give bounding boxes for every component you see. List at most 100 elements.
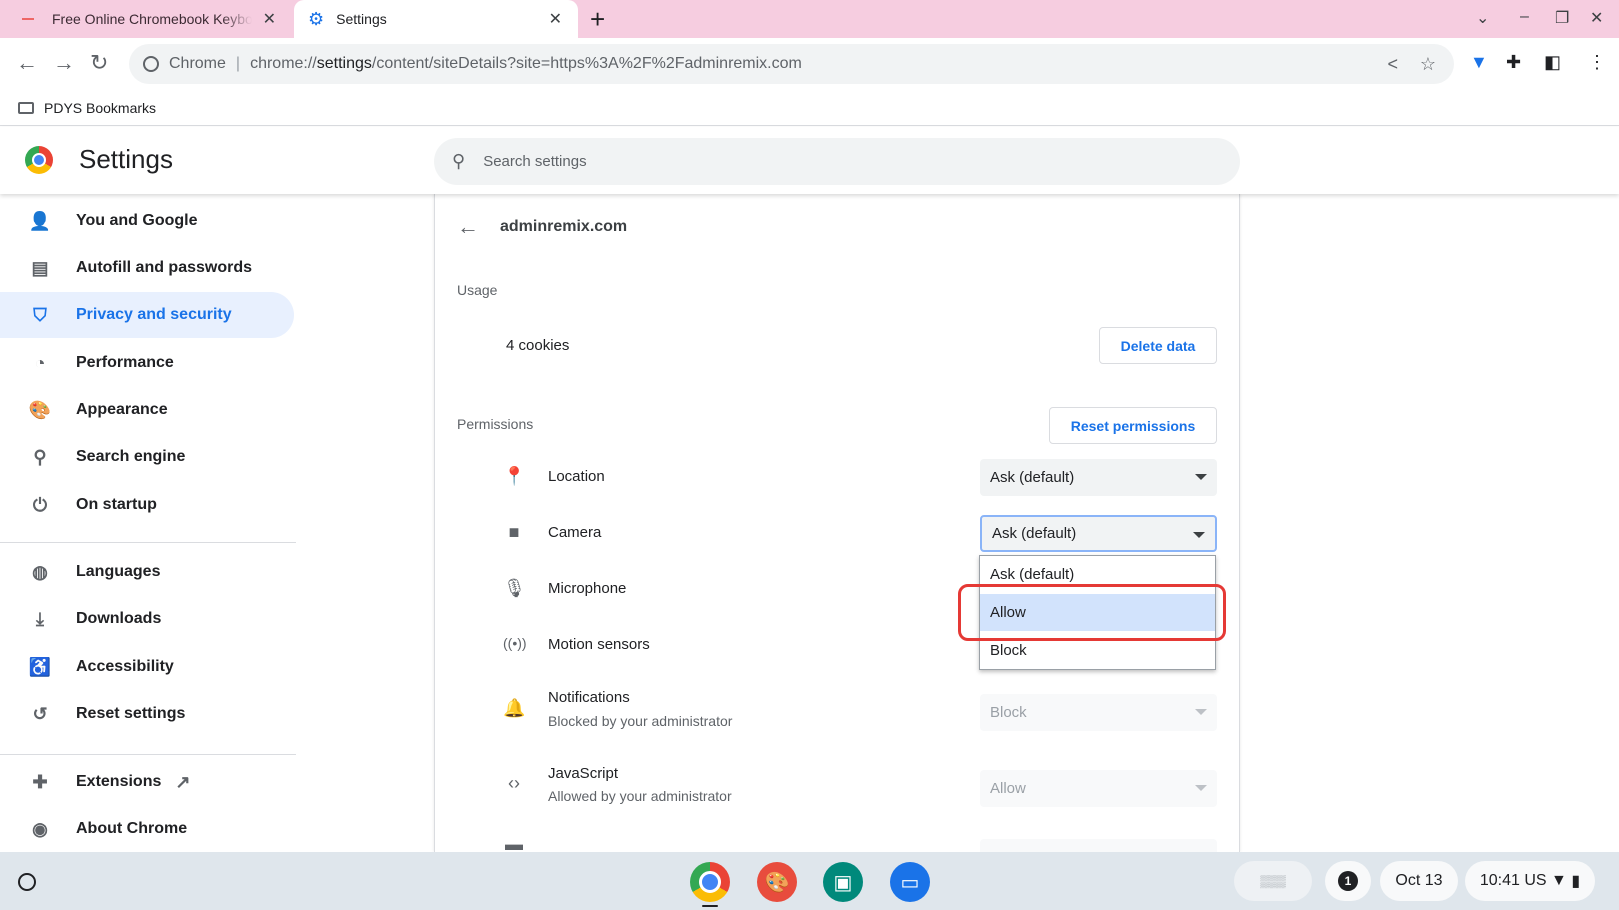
back-arrow-icon[interactable]: ←: [457, 214, 479, 240]
tab-settings[interactable]: ⚙ Settings ✕: [294, 0, 578, 38]
side-panel-icon[interactable]: ◧: [1544, 52, 1561, 73]
bookmark-star-icon[interactable]: ☆: [1420, 54, 1436, 75]
close-window-icon[interactable]: ✕: [1590, 8, 1603, 28]
address-bar[interactable]: Chrome | chrome://settings/content/siteD…: [129, 44, 1454, 84]
forward-icon[interactable]: →: [53, 50, 75, 76]
sidebar-item-appearance[interactable]: 🎨 Appearance: [0, 387, 294, 433]
omnibox-separator: |: [235, 55, 241, 72]
omnibox-url: chrome://settings/content/siteDetails?si…: [250, 55, 802, 72]
launcher-icon[interactable]: [18, 873, 36, 891]
sidebar-item-you-and-google[interactable]: 👤 You and Google: [0, 198, 294, 244]
tab-search-icon[interactable]: ⌄: [1476, 8, 1489, 28]
camera-icon: ■: [508, 522, 520, 542]
notifications-select: Block: [980, 694, 1217, 731]
delete-data-button[interactable]: Delete data: [1099, 327, 1217, 364]
location-select[interactable]: Ask (default): [980, 459, 1217, 496]
permission-javascript-label: JavaScript: [548, 765, 619, 782]
site-info-icon[interactable]: [143, 56, 159, 72]
sidebar-item-downloads[interactable]: ⤓ Downloads: [0, 596, 294, 642]
sidebar-item-search-engine[interactable]: ⚲ Search engine: [0, 434, 294, 480]
chevron-down-icon: [1195, 474, 1207, 480]
site-title: adminremix.com: [500, 218, 628, 235]
share-icon[interactable]: <: [1387, 54, 1398, 75]
tab-favicon-icon: [22, 18, 34, 20]
search-placeholder: Search settings: [483, 153, 587, 170]
sidebar-item-on-startup[interactable]: ⏻ On startup: [0, 482, 294, 528]
search-icon: ⚲: [33, 446, 47, 467]
permission-location-label: Location: [548, 468, 605, 485]
history-icon: ↺: [32, 703, 48, 724]
puzzle-icon[interactable]: ✚: [1506, 52, 1521, 73]
browser-toolbar: ← → ↻ Chrome | chrome://settings/content…: [0, 38, 1619, 90]
reset-permissions-button[interactable]: Reset permissions: [1049, 407, 1217, 444]
permission-microphone-label: Microphone: [548, 580, 627, 597]
date-text: Oct 13: [1395, 872, 1443, 889]
sidebar-item-label: Search engine: [76, 448, 186, 465]
tab-title: Settings: [336, 11, 387, 27]
sidebar-item-label: Downloads: [76, 610, 162, 627]
sidebar-item-reset-settings[interactable]: ↺ Reset settings: [0, 691, 294, 737]
notification-count-badge: 1: [1338, 871, 1358, 891]
sidebar-item-about-chrome[interactable]: ◉ About Chrome: [0, 806, 294, 852]
date-tray[interactable]: Oct 13: [1380, 861, 1458, 901]
palette-icon: 🎨: [28, 399, 52, 420]
canvas-app-icon[interactable]: 🎨: [757, 862, 797, 902]
minimize-icon[interactable]: –: [1520, 8, 1529, 26]
chrome-app-icon[interactable]: [690, 862, 730, 902]
microphone-icon: 🎙: [503, 578, 526, 598]
bookmark-folder-pdys[interactable]: PDYS Bookmarks: [44, 100, 156, 116]
menu-icon[interactable]: ⋮: [1588, 52, 1606, 73]
extension-download-icon[interactable]: ▼: [1470, 52, 1488, 73]
restore-icon[interactable]: ❐: [1555, 8, 1569, 28]
sidebar-item-label: Appearance: [76, 401, 168, 418]
sidebar-item-label: Languages: [76, 563, 161, 580]
files-app-icon[interactable]: ▭: [890, 862, 930, 902]
usage-heading: Usage: [457, 282, 498, 298]
classroom-app-icon[interactable]: ▣: [823, 862, 863, 902]
download-icon: ⤓: [36, 608, 44, 629]
annotation-highlight-box: [958, 584, 1226, 641]
sidebar-item-privacy[interactable]: ⛉ Privacy and security: [0, 292, 294, 338]
search-input[interactable]: ⚲ Search settings: [434, 138, 1240, 185]
camera-select[interactable]: Ask (default): [980, 515, 1217, 552]
permission-javascript-sub: Allowed by your administrator: [548, 788, 732, 804]
notification-tray[interactable]: 1: [1325, 861, 1371, 901]
chromeos-shelf: 🎨 ▣ ▭ ▒▒▒ 1 Oct 13 10:41 US ▼ ▮: [0, 852, 1619, 910]
sidebar-item-performance[interactable]: ◔ Performance: [0, 340, 294, 386]
sidebar-divider: [0, 542, 296, 543]
reload-icon[interactable]: ↻: [90, 50, 108, 76]
battery-icon: ▮: [1571, 873, 1581, 890]
location-pin-icon: 📍: [503, 466, 526, 486]
images-select: [980, 839, 1217, 852]
gauge-icon: ◔: [34, 352, 46, 373]
page-title: Settings: [79, 144, 173, 174]
permission-camera-label: Camera: [548, 524, 602, 541]
settings-header: Settings ⚲ Search settings: [0, 127, 1619, 194]
accessibility-icon: ♿: [28, 656, 52, 677]
clipboard-icon: ▤: [31, 257, 49, 278]
sidebar-divider: [0, 754, 296, 755]
power-icon: ⏻: [32, 494, 48, 515]
sidebar-item-label: You and Google: [76, 212, 198, 229]
tab-close-icon[interactable]: ✕: [263, 9, 276, 29]
sidebar-item-extensions[interactable]: ✚ Extensions ↗: [0, 759, 294, 805]
gear-icon: ⚙: [308, 8, 325, 29]
wifi-icon: ▼: [1551, 872, 1567, 889]
screenshot-thumbnail[interactable]: ▒▒▒: [1234, 861, 1312, 901]
running-indicator: [702, 905, 718, 907]
clock-text: 10:41: [1479, 872, 1520, 889]
shield-icon: ⛉: [33, 304, 47, 325]
sidebar-item-accessibility[interactable]: ♿ Accessibility: [0, 644, 294, 690]
sidebar-item-label: On startup: [76, 496, 157, 513]
tab-keyboard[interactable]: Free Online Chromebook Keyboard ✕: [0, 0, 292, 38]
status-tray[interactable]: 10:41 US ▼ ▮: [1465, 861, 1595, 901]
sidebar-item-languages[interactable]: ◍ Languages: [0, 549, 294, 595]
tab-close-icon[interactable]: ✕: [549, 9, 562, 29]
sidebar-item-autofill[interactable]: ▤ Autofill and passwords: [0, 245, 294, 291]
new-tab-button[interactable]: +: [590, 4, 605, 35]
permission-motion-sensors-label: Motion sensors: [548, 636, 650, 653]
sidebar-item-label: Reset settings: [76, 705, 186, 722]
sidebar-item-label: Extensions: [76, 773, 162, 790]
back-icon[interactable]: ←: [16, 50, 38, 76]
sidebar-item-label: About Chrome: [76, 820, 188, 837]
